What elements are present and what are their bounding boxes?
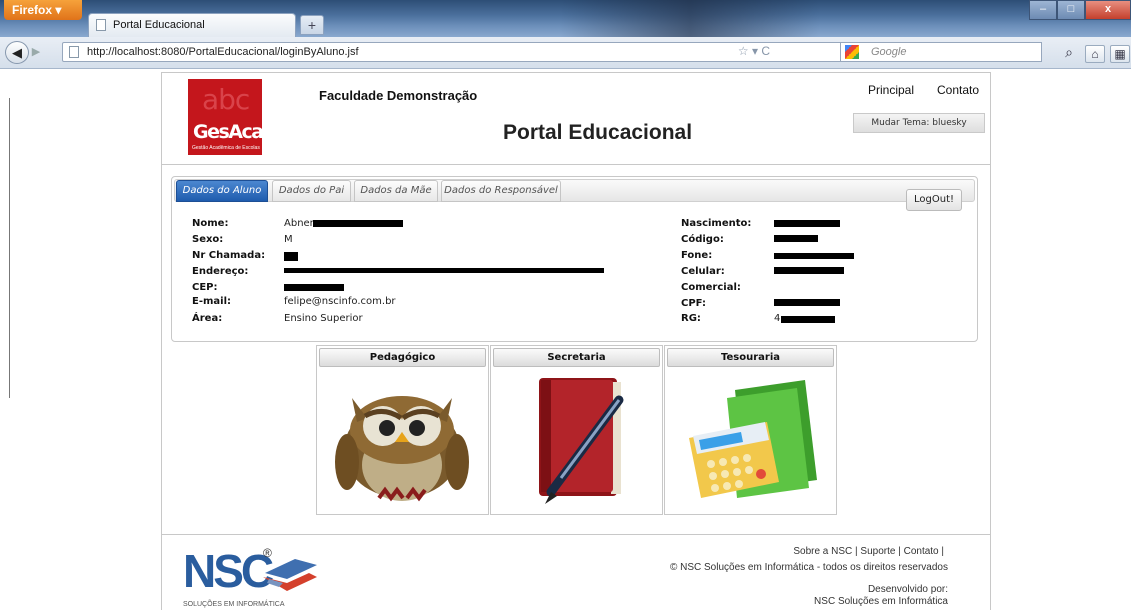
label-fone: Fone: (681, 250, 713, 261)
logo-abc: abc (202, 83, 250, 116)
redacted-value (284, 284, 344, 291)
header-divider (161, 164, 991, 165)
window-controls: – □ x (1029, 0, 1131, 20)
logo-tagline: Gestão Acadêmica de Escolas (192, 145, 260, 151)
label-codigo: Código: (681, 234, 724, 245)
redacted-value (774, 220, 840, 227)
label-area: Área: (192, 313, 223, 324)
label-nome: Nome: (192, 218, 229, 229)
book-pen-icon (539, 378, 624, 504)
nsc-logo-graphic: NSC ® SOLUÇÕES EM INFORMÁTICA (183, 545, 317, 608)
footer-copyright: © NSC Soluções em Informática - todos os… (669, 562, 948, 573)
footer-developer: NSC Soluções em Informática (814, 596, 948, 607)
redacted-value (781, 316, 835, 323)
label-cep: CEP: (192, 282, 218, 293)
nav-link-principal[interactable]: Principal (868, 83, 914, 97)
address-bar[interactable]: http://localhost:8080/PortalEducacional/… (62, 42, 911, 62)
search-placeholder: Google (871, 46, 907, 58)
nsc-logo-text: NSC (183, 545, 273, 597)
tab-dados-mae[interactable]: Dados da Mãe (354, 180, 438, 202)
gesacad-logo: abc GesAcad Gestão Acadêmica de Escolas (188, 79, 262, 155)
close-button[interactable]: x (1085, 0, 1131, 20)
back-button[interactable]: ◀ (5, 41, 29, 64)
redacted-value (774, 253, 854, 259)
bookmark-star-icon[interactable]: ☆ ▾ C (738, 44, 770, 58)
theme-selector[interactable]: Mudar Tema: bluesky (853, 113, 985, 133)
page-left-border (9, 98, 10, 398)
redacted-value (774, 299, 840, 306)
redacted-value (774, 267, 844, 274)
browser-tab-title: Portal Educacional (113, 19, 205, 31)
label-nr-chamada: Nr Chamada: (192, 250, 266, 261)
back-forward-group: ◀ ▶ (5, 41, 57, 64)
tab-dados-aluno[interactable]: Dados do Aluno (176, 180, 268, 202)
label-endereco: Endereço: (192, 266, 249, 277)
forward-button[interactable]: ▶ (27, 45, 45, 60)
footer-developed-by: Desenvolvido por: (867, 584, 948, 595)
label-nascimento: Nascimento: (681, 218, 752, 229)
nsc-registered-mark: ® (263, 546, 272, 560)
tab-dados-pai[interactable]: Dados do Pai (272, 180, 351, 202)
secretaria-button[interactable]: Secretaria (493, 348, 660, 367)
browser-tab[interactable]: Portal Educacional (88, 13, 296, 37)
tesouraria-button[interactable]: Tesouraria (667, 348, 834, 367)
footer-divider (161, 534, 991, 535)
search-input[interactable]: Google (840, 42, 1042, 62)
search-icon[interactable]: ⌕ (1059, 44, 1079, 62)
nsc-tagline: SOLUÇÕES EM INFORMÁTICA (183, 599, 285, 608)
redacted-value (774, 235, 818, 242)
url-text: http://localhost:8080/PortalEducacional/… (87, 46, 359, 58)
value-area: Ensino Superior (284, 313, 363, 324)
tab-dados-responsavel[interactable]: Dados do Responsável (441, 180, 561, 202)
module-card-pedagogico[interactable]: Pedagógico (316, 345, 489, 515)
value-sexo: M (284, 234, 293, 245)
firefox-menu-button[interactable]: Firefox ▾ (4, 0, 82, 20)
nav-link-contato[interactable]: Contato (937, 83, 979, 97)
redacted-value (284, 268, 604, 273)
navigation-toolbar: ◀ ▶ http://localhost:8080/PortalEducacio… (0, 37, 1131, 69)
label-email: E-mail: (192, 296, 232, 307)
value-email: felipe@nscinfo.com.br (284, 296, 396, 307)
maximize-button[interactable]: □ (1057, 0, 1085, 20)
label-comercial: Comercial: (681, 282, 741, 293)
pedagogico-button[interactable]: Pedagógico (319, 348, 486, 367)
label-cpf: CPF: (681, 298, 706, 309)
redacted-value (313, 220, 403, 227)
institution-name: Faculdade Demonstração (319, 88, 478, 103)
owl-icon (335, 396, 469, 502)
logout-button[interactable]: LogOut! (906, 189, 962, 211)
google-icon (845, 45, 859, 59)
label-rg: RG: (681, 313, 701, 324)
module-card-tesouraria[interactable]: Tesouraria (664, 345, 837, 515)
redacted-value (284, 252, 298, 261)
new-tab-button[interactable]: + (300, 15, 324, 35)
calculator-folder-icon (689, 380, 817, 498)
page-title: Portal Educacional (503, 121, 693, 144)
addon-icon[interactable]: ▦ (1110, 45, 1130, 63)
label-celular: Celular: (681, 266, 725, 277)
label-sexo: Sexo: (192, 234, 224, 245)
module-card-secretaria[interactable]: Secretaria (490, 345, 663, 515)
page-icon (69, 46, 79, 58)
logo-name: GesAcad (193, 121, 262, 143)
value-rg: 4 (774, 313, 781, 324)
page-icon (96, 19, 106, 31)
value-nome: Abner (284, 218, 314, 229)
nsc-logo: NSC ® SOLUÇÕES EM INFORMÁTICA (183, 543, 323, 609)
home-icon[interactable]: ⌂ (1085, 45, 1105, 63)
footer-links[interactable]: Sobre a NSC | Suporte | Contato | (700, 546, 944, 557)
minimize-button[interactable]: – (1029, 0, 1057, 20)
